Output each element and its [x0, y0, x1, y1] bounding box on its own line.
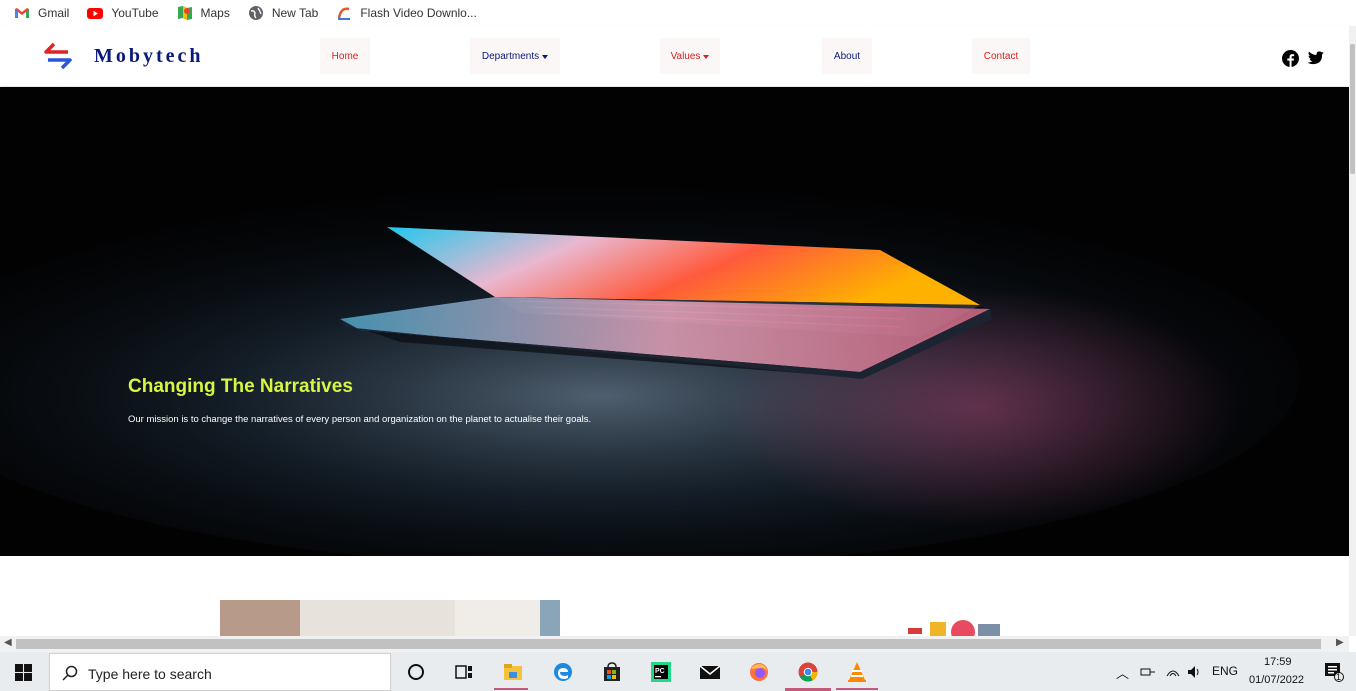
bookmark-youtube[interactable]: YouTube [87, 3, 159, 23]
hero-title: Changing The Narratives [128, 376, 353, 397]
vertical-scrollbar-thumb[interactable] [1350, 44, 1355, 174]
bookmarks-bar: Gmail YouTube Maps New Tab Flash Video D… [0, 0, 1356, 26]
flash-downloader-icon [336, 5, 352, 21]
globe-icon [248, 5, 264, 21]
bookmark-label: Flash Video Downlo... [360, 6, 477, 20]
bookmark-label: YouTube [111, 6, 159, 20]
file-explorer-icon[interactable] [502, 661, 524, 683]
wifi-icon[interactable] [1165, 664, 1181, 680]
active-indicator [494, 688, 528, 690]
bookmark-label: Maps [200, 6, 230, 20]
nav-about[interactable]: About [822, 38, 872, 74]
vlc-icon[interactable] [846, 661, 868, 683]
nav-values[interactable]: Values [660, 38, 720, 74]
scroll-left-icon[interactable]: ◀ [4, 637, 12, 648]
language-indicator[interactable]: ENG [1212, 664, 1238, 678]
brand-name[interactable]: Mobytech [94, 45, 204, 68]
hero-subtitle: Our mission is to change the narratives … [128, 414, 592, 425]
horizontal-scrollbar[interactable]: ◀ ▶ [0, 636, 1349, 652]
team-photo-image [220, 600, 300, 636]
task-view-icon[interactable] [453, 661, 475, 683]
windows-start-icon[interactable] [15, 664, 32, 681]
caret-down-icon [703, 54, 710, 59]
nav-departments-label: Departments [481, 50, 540, 62]
cortana-icon[interactable] [405, 661, 427, 683]
bookmark-flash-video[interactable]: Flash Video Downlo... [336, 3, 477, 23]
edge-icon[interactable] [552, 661, 574, 683]
nav-contact[interactable]: Contact [972, 38, 1030, 74]
notification-count: 1 [1336, 672, 1342, 682]
pycharm-icon[interactable]: PC [650, 661, 672, 683]
search-placeholder: Type here to search [88, 666, 212, 682]
gmail-icon [14, 5, 30, 21]
windows-taskbar: Type here to search PC ︿ ENG 17:59 01/07… [0, 652, 1356, 691]
caret-down-icon [542, 54, 549, 59]
page-content [0, 556, 1349, 636]
clock-time[interactable]: 17:59 [1264, 656, 1292, 668]
news-badge-image [908, 628, 922, 634]
content-images [220, 600, 1000, 636]
bookmark-new-tab[interactable]: New Tab [248, 3, 318, 23]
maps-icon [177, 5, 193, 21]
chrome-icon[interactable] [797, 661, 819, 683]
network-icon[interactable] [1140, 665, 1156, 679]
youtube-icon [87, 5, 104, 21]
clock-date[interactable]: 01/07/2022 [1249, 674, 1304, 686]
nav-home-label: Home [331, 50, 359, 62]
svg-text:PC: PC [655, 668, 665, 675]
facebook-icon[interactable] [1282, 50, 1299, 67]
volume-icon[interactable] [1186, 664, 1202, 680]
bookmark-gmail[interactable]: Gmail [14, 3, 69, 23]
active-indicator [836, 688, 878, 690]
horizontal-scrollbar-thumb[interactable] [16, 639, 1321, 649]
nav-contact-label: Contact [983, 50, 1019, 62]
twitter-icon[interactable] [1306, 50, 1324, 67]
laptop-hero-image [0, 87, 1349, 556]
nav-values-label: Values [670, 50, 701, 62]
bookmark-label: New Tab [271, 6, 319, 20]
nav-departments[interactable]: Departments [470, 38, 560, 74]
search-icon [62, 665, 78, 681]
nav-about-label: About [833, 50, 861, 62]
mobytech-logo-icon[interactable] [42, 40, 74, 72]
scroll-right-icon[interactable]: ▶ [1336, 637, 1344, 648]
store-icon[interactable] [601, 661, 623, 683]
chevron-up-icon[interactable]: ︿ [1116, 663, 1129, 682]
mail-icon[interactable] [699, 661, 721, 683]
nav-home[interactable]: Home [320, 38, 370, 74]
vertical-scrollbar[interactable] [1349, 26, 1356, 636]
site-navbar: Mobytech Home Departments Values About C… [0, 26, 1349, 86]
bookmark-maps[interactable]: Maps [177, 3, 230, 23]
firefox-icon[interactable] [748, 661, 770, 683]
hero-banner: Changing The Narratives Our mission is t… [0, 87, 1349, 556]
taskbar-search-box[interactable]: Type here to search [49, 653, 391, 691]
bookmark-label: Gmail [38, 6, 70, 20]
